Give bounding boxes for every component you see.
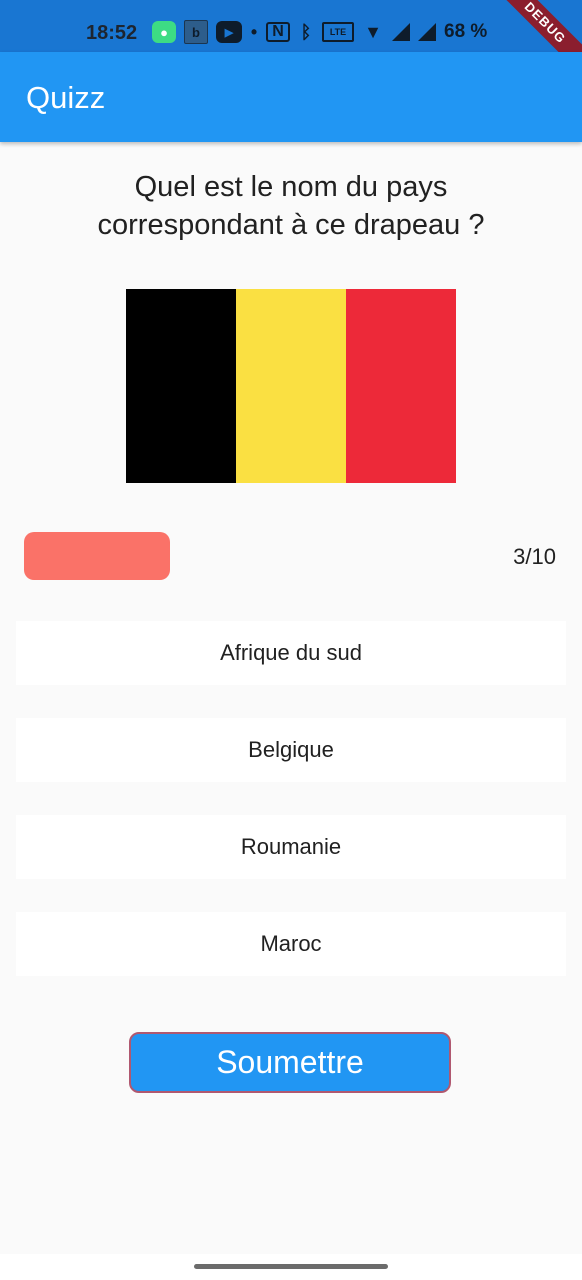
home-indicator[interactable] [194,1264,388,1269]
submit-button[interactable]: Soumettre [129,1032,451,1093]
progress-indicator [24,532,170,580]
b-icon: b [184,20,208,44]
bluetooth-icon: ᛒ [300,21,312,42]
signal-icon [418,23,436,41]
answer-option[interactable]: Afrique du sud [16,621,566,685]
answer-option[interactable]: Maroc [16,912,566,976]
flag-stripe [346,289,456,483]
youtube-icon: ▶ [216,21,242,43]
wifi-icon: ▼ [364,21,382,42]
app-bar: Quizz [0,52,582,142]
volte-icon: LTE [322,22,354,42]
message-icon: ● [152,21,176,43]
flag-stripe [126,289,236,483]
status-icons: ● b ▶ • N ᛒ LTE ▼ 68 % [152,20,487,44]
nfc-icon: N [266,22,290,42]
answer-option[interactable]: Belgique [16,718,566,782]
dot-icon: • [250,21,258,42]
answer-option[interactable]: Roumanie [16,815,566,879]
signal-icon [392,23,410,41]
flag-image [126,289,456,483]
battery-level: 68 % [444,21,488,42]
status-time: 18:52 [86,22,138,44]
question-counter: 3/10 [513,544,556,569]
question-text: Quel est le nom du pays correspondant à … [97,171,485,241]
status-bar: 18:52 ● b ▶ • N ᛒ LTE ▼ 68 % DEBUG [0,0,582,84]
flag-stripe [236,289,346,483]
app-title: Quizz [26,80,106,115]
